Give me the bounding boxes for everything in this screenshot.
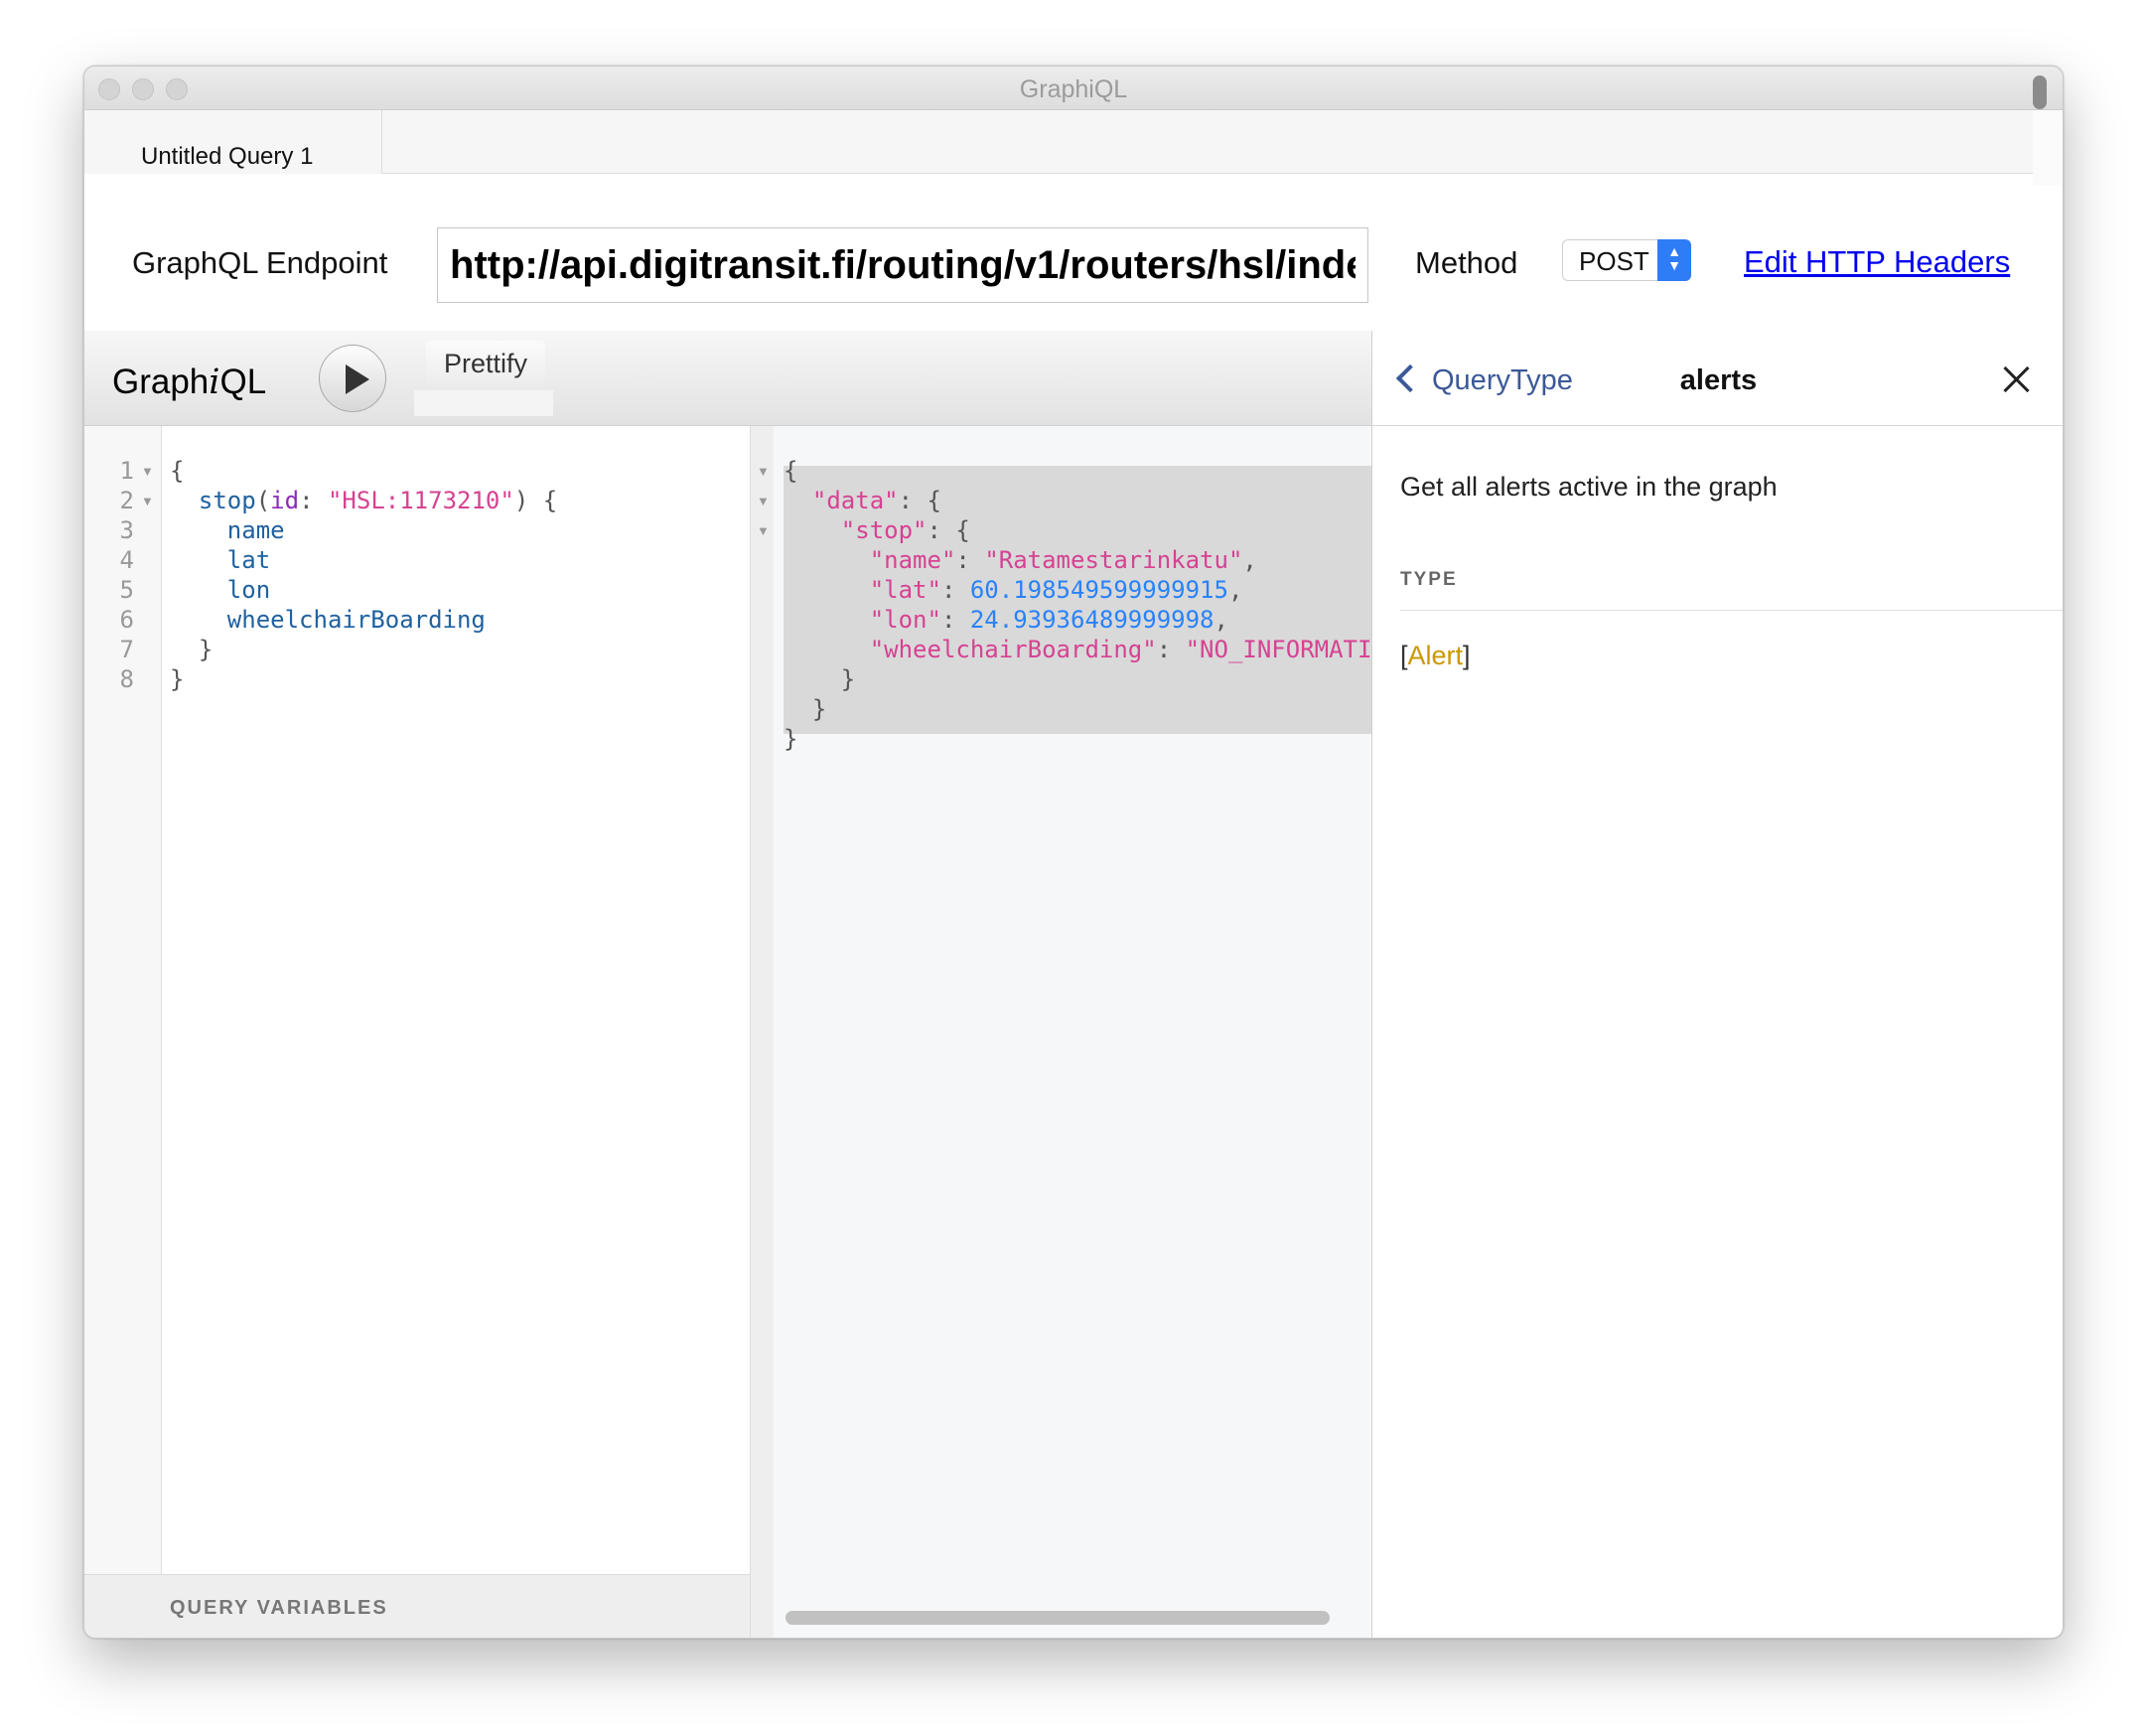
line-number: 7 <box>119 636 134 663</box>
graphiql-logo: GraphiQL <box>112 362 267 402</box>
line-number: 6 <box>119 606 134 634</box>
result-line: "stop": { <box>840 516 970 544</box>
endpoint-input[interactable] <box>437 227 1368 303</box>
query-line-1: { <box>170 457 185 485</box>
query-line-4: lat <box>226 546 271 574</box>
graphiql-window: GraphiQL Untitled Query 1 GraphQL Endpoi… <box>83 66 2064 1639</box>
fold-arrow-icon[interactable]: ▼ <box>757 523 770 538</box>
field-type: [Alert] <box>1400 641 1471 670</box>
query-variables-label: QUERY VARIABLES <box>170 1597 388 1619</box>
fold-arrow-icon[interactable]: ▼ <box>757 494 770 508</box>
result-line: { <box>784 457 798 485</box>
method-select[interactable]: POST ▲ ▼ <box>1562 239 1691 281</box>
line-number: 5 <box>119 576 134 604</box>
result-line: "lon": 24.93936489999998, <box>869 606 1228 634</box>
result-line: "data": { <box>811 487 941 514</box>
doc-explorer-header: QueryType alerts <box>1371 331 2063 426</box>
type-heading: TYPE <box>1400 569 1458 590</box>
fold-arrow-icon[interactable]: ▼ <box>141 464 154 479</box>
title-bar: GraphiQL <box>84 67 2063 110</box>
doc-explorer: Get all alerts active in the graph TYPE … <box>1371 426 2063 1638</box>
result-line: "name": "Ratamestarinkatu", <box>869 546 1257 574</box>
close-icon[interactable] <box>1998 361 2036 398</box>
select-arrows-icon: ▲ ▼ <box>1657 239 1691 281</box>
query-line-2: stop(id: "HSL:1173210") { <box>198 487 558 514</box>
line-number-gutter: 1 2 3 4 5 6 7 8 ▼ ▼ <box>84 426 162 1574</box>
line-number: 8 <box>119 665 134 693</box>
query-variables-bar[interactable]: QUERY VARIABLES <box>84 1574 750 1638</box>
endpoint-row: GraphQL Endpoint Method POST ▲▼ Edit HTT… <box>84 186 2063 331</box>
window-title: GraphiQL <box>1019 75 1128 103</box>
window-scrollbar-thumb[interactable] <box>2033 75 2047 109</box>
line-number: 1 <box>119 457 134 485</box>
type-divider <box>1400 610 2063 611</box>
line-number: 3 <box>119 516 134 544</box>
tab-bar: Untitled Query 1 <box>84 110 2035 174</box>
query-line-7: } <box>198 636 214 663</box>
prettify-button-base <box>414 390 553 416</box>
fold-arrow-icon[interactable]: ▼ <box>141 494 154 508</box>
result-line: "wheelchairBoarding": "NO_INFORMATION" <box>869 636 1371 663</box>
query-line-5: lon <box>226 576 271 604</box>
result-line: } <box>811 695 827 723</box>
query-line-3: name <box>226 516 285 544</box>
result-viewer: { "data": { "stop": { "name": "Ratamesta… <box>774 426 1371 1638</box>
graphiql-toolbar: GraphiQL Prettify <box>84 331 1371 426</box>
doc-explorer-title: alerts <box>1679 364 1758 396</box>
tab-label: Untitled Query 1 <box>141 143 314 170</box>
prettify-button[interactable]: Prettify <box>426 341 545 386</box>
result-fold-gutter: ▼ ▼ ▼ <box>750 426 774 1638</box>
execute-query-button[interactable] <box>319 345 386 412</box>
query-line-6: wheelchairBoarding <box>226 606 486 634</box>
result-line: "lat": 60.198549599999915, <box>869 576 1243 604</box>
endpoint-label: GraphQL Endpoint <box>132 245 388 280</box>
result-line: } <box>840 665 856 693</box>
tab-untitled-query-1[interactable]: Untitled Query 1 <box>84 110 382 174</box>
line-number: 4 <box>119 546 134 574</box>
field-description: Get all alerts active in the graph <box>1400 472 1778 502</box>
line-number: 2 <box>119 487 134 514</box>
type-name-link[interactable]: Alert <box>1408 641 1464 670</box>
result-horizontal-scrollbar[interactable] <box>786 1611 1330 1625</box>
method-value: POST <box>1579 246 1649 276</box>
fold-arrow-icon[interactable]: ▼ <box>757 464 770 479</box>
method-label: Method <box>1415 245 1518 280</box>
query-line-8: } <box>170 665 185 693</box>
edit-http-headers-link[interactable]: Edit HTTP Headers <box>1744 244 2010 280</box>
query-editor[interactable]: 1 2 3 4 5 6 7 8 ▼ ▼ { stop(id: "HSL:1173… <box>84 426 750 1574</box>
result-line: } <box>784 725 798 753</box>
